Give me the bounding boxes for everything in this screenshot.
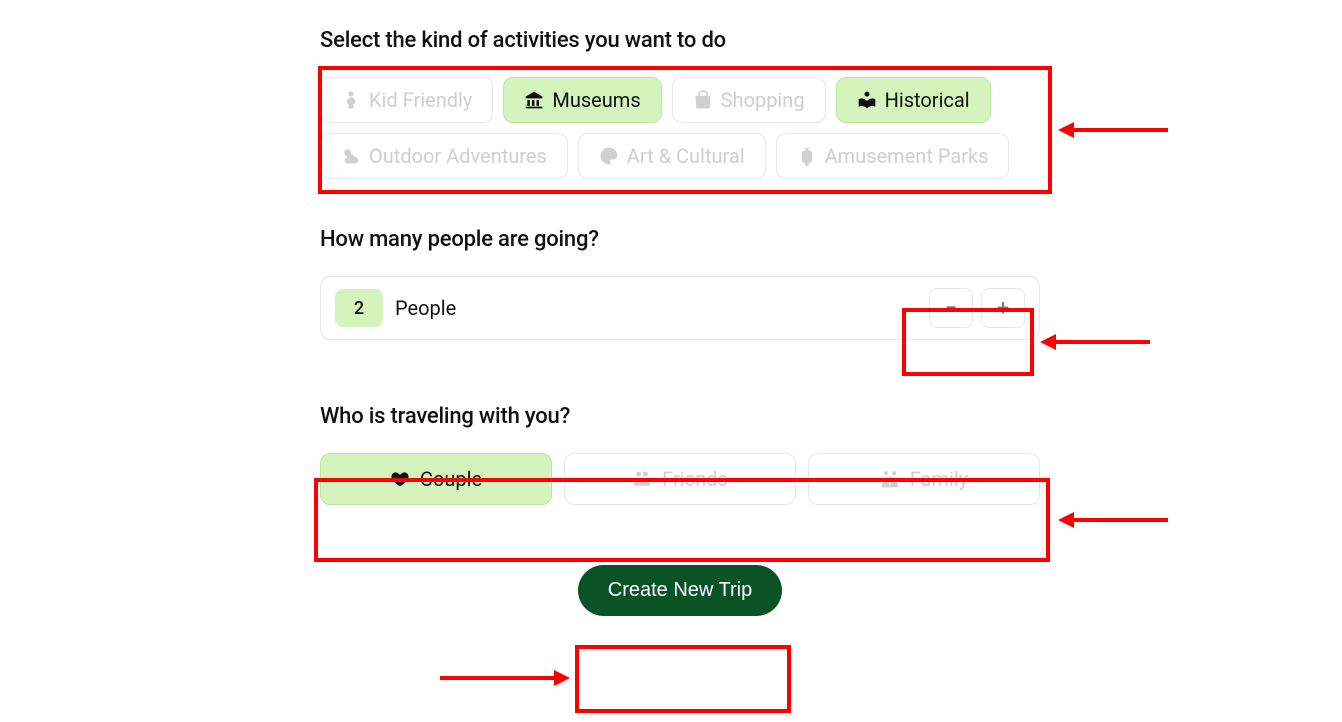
- companion-friends[interactable]: Friends: [564, 453, 796, 505]
- activity-amusement[interactable]: Amusement Parks: [776, 133, 1010, 179]
- activity-outdoor[interactable]: Outdoor Adventures: [320, 133, 568, 179]
- quantity-stepper: − +: [929, 288, 1025, 328]
- palette-icon: [599, 146, 619, 166]
- create-trip-button[interactable]: Create New Trip: [578, 565, 783, 616]
- annotation-box: [575, 645, 791, 713]
- annotation-arrow: [1040, 334, 1150, 350]
- people-title: How many people are going?: [320, 227, 1040, 252]
- annotation-arrow: [1058, 122, 1168, 138]
- activity-label: Shopping: [721, 90, 805, 110]
- activity-museums[interactable]: Museums: [503, 77, 661, 123]
- companion-family[interactable]: Family: [808, 453, 1040, 505]
- activity-label: Outdoor Adventures: [369, 146, 547, 166]
- friends-icon: [632, 469, 652, 489]
- child-icon: [341, 90, 361, 110]
- people-card: 2 People − +: [320, 276, 1040, 340]
- ticket-icon: [797, 146, 817, 166]
- activity-label: Art & Cultural: [627, 146, 745, 166]
- companions-title: Who is traveling with you?: [320, 404, 1040, 429]
- people-unit: People: [395, 296, 456, 320]
- activity-label: Kid Friendly: [369, 90, 472, 110]
- book-reader-icon: [857, 90, 877, 110]
- activity-art[interactable]: Art & Cultural: [578, 133, 766, 179]
- activities-group: Kid Friendly Museums Shopping Historical…: [320, 77, 1040, 179]
- companion-label: Family: [910, 467, 968, 491]
- museum-icon: [524, 90, 544, 110]
- companions-group: Couple Friends Family: [320, 453, 1040, 505]
- companion-label: Couple: [420, 467, 482, 491]
- activity-kid-friendly[interactable]: Kid Friendly: [320, 77, 493, 123]
- family-icon: [880, 469, 900, 489]
- activity-label: Amusement Parks: [825, 146, 989, 166]
- activities-title: Select the kind of activities you want t…: [320, 28, 1040, 53]
- minus-icon: −: [945, 296, 958, 321]
- annotation-arrow: [1058, 512, 1168, 528]
- cloud-sun-icon: [341, 146, 361, 166]
- companion-couple[interactable]: Couple: [320, 453, 552, 505]
- companion-label: Friends: [662, 467, 728, 491]
- activity-shopping[interactable]: Shopping: [672, 77, 826, 123]
- activity-label: Museums: [552, 90, 640, 110]
- heart-icon: [390, 469, 410, 489]
- people-left: 2 People: [335, 289, 456, 327]
- increment-button[interactable]: +: [981, 288, 1025, 328]
- annotation-arrow: [440, 670, 570, 686]
- people-count: 2: [335, 289, 383, 327]
- activity-label: Historical: [885, 90, 970, 110]
- cta-label: Create New Trip: [608, 579, 753, 601]
- shopping-bag-icon: [693, 90, 713, 110]
- activity-historical[interactable]: Historical: [836, 77, 991, 123]
- cta-wrap: Create New Trip: [320, 565, 1040, 616]
- plus-icon: +: [997, 296, 1009, 321]
- decrement-button[interactable]: −: [929, 288, 973, 328]
